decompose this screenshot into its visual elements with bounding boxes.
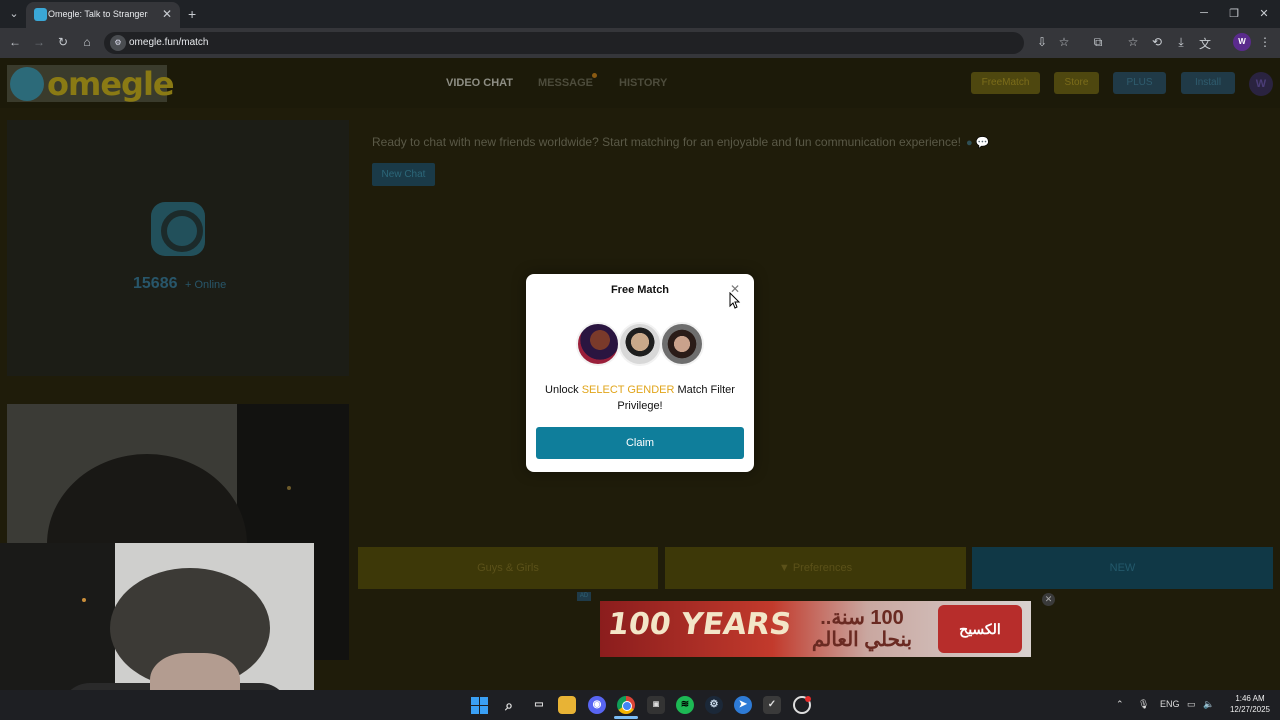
gender-filter-button[interactable]: Guys & Girls [358,547,658,589]
plus-button[interactable]: PLUS [1113,72,1166,94]
url-text[interactable]: omegle.fun/match [129,37,209,48]
nav-video-chat[interactable]: VIDEO CHAT [446,77,513,89]
address-bar[interactable] [104,32,1024,54]
date: 12/27/2025 [1229,705,1271,714]
translate-icon[interactable]: 文 [1197,35,1213,52]
modal-description: Unlock SELECT GENDER Match Filter Privil… [545,384,735,412]
downloads-icon[interactable]: ⤓ [1173,35,1189,50]
menu-kebab-icon[interactable]: ⋮ [1257,35,1273,49]
online-label: + Online [185,279,227,291]
reload-icon[interactable]: ↻ [55,35,71,49]
preferences-label: Preferences [792,562,853,574]
bookmark-star-icon[interactable]: ☆ [1056,35,1072,49]
clock[interactable]: 1:46 AM 12/27/2025 [1228,693,1272,715]
ad-arabic-text: 100 سنة.. بنحلي العالم [811,607,913,651]
filter-icon: ▼ [778,562,793,574]
time: 1:46 AM [1235,694,1265,703]
ad-years-text: 100 YEARS [605,607,794,642]
windows-taskbar [0,690,1280,720]
window-close-icon[interactable]: ✕ [1256,7,1272,20]
claim-button[interactable]: Claim [536,427,744,459]
preferences-button[interactable]: ▼ Preferences [665,547,966,589]
chat-area [357,120,1273,540]
nav-message[interactable]: MESSAGE [538,77,593,89]
modal-title: Free Match [610,284,670,296]
logo-icon [10,67,44,101]
store-button[interactable]: Store [1054,72,1099,94]
new-chat-button[interactable]: New Chat [372,163,435,186]
match-avatar-3 [660,322,704,366]
ad-banner[interactable]: 100 YEARS 100 سنة.. بنحلي العالم الكسيح [600,601,1031,657]
back-icon[interactable]: ← [7,35,23,49]
steam-icon[interactable]: ⚙ [705,696,723,714]
file-explorer-icon[interactable] [558,696,576,714]
forward-icon[interactable]: → [31,35,47,49]
profile-avatar[interactable]: W [1233,33,1251,51]
omegle-logo[interactable]: omegle [7,65,175,103]
microphone-icon[interactable]: 🎙 [1138,699,1149,710]
extensions-icon[interactable]: ⧉ [1090,35,1106,50]
volume-icon[interactable]: 🔈 [1203,699,1214,710]
install-button[interactable]: Install [1181,72,1235,94]
welcome-message: Ready to chat with new friends worldwide… [372,135,961,149]
active-app-indicator [614,716,638,719]
message-notification-dot [592,73,597,78]
tab-close-icon[interactable]: ✕ [162,7,172,21]
logo-text: omegle [47,65,175,103]
terminal-icon[interactable]: ▣ [647,696,665,714]
app-icon[interactable]: ➤ [734,696,752,714]
browser-tab[interactable]: Omegle: Talk to Strangers ✕ [26,2,180,28]
windows-start-icon[interactable] [470,696,488,714]
globe-chat-icon: ● 💬 [966,137,990,149]
nav-history[interactable]: HISTORY [619,77,667,89]
ad-close-icon[interactable]: ✕ [1042,593,1055,606]
utility-app-icon[interactable]: ✓ [763,696,781,714]
install-app-icon[interactable]: ⇩ [1034,35,1050,49]
history-icon[interactable]: ⟲ [1149,35,1165,49]
task-view-icon[interactable]: ▭ [530,696,548,714]
user-avatar[interactable]: W [1249,72,1273,96]
online-count: 15686 [133,275,178,292]
spotify-icon[interactable]: ≋ [676,696,694,714]
omegle-placeholder-icon [151,202,205,256]
match-avatar-1 [576,322,620,366]
discord-icon[interactable]: ◉ [588,696,606,714]
freematch-button[interactable]: FreeMatch [971,72,1040,94]
site-info-icon[interactable]: ⚙ [110,35,126,51]
bookmarks-icon[interactable]: ☆ [1125,35,1141,49]
omegle-favicon-icon [34,8,47,21]
modal-highlight: SELECT GENDER [581,384,675,396]
home-icon[interactable]: ⌂ [79,35,95,49]
new-tab-icon[interactable]: + [188,6,196,22]
language-indicator[interactable]: ENG [1160,699,1180,709]
minimize-icon[interactable]: ─ [1196,7,1212,19]
new-match-button[interactable]: NEW [972,547,1273,589]
network-icon[interactable]: ▭ [1187,699,1196,710]
match-avatar-2 [618,322,662,366]
tab-title: Omegle: Talk to Strangers [48,9,148,19]
ad-brand-logo: الكسيح [938,605,1022,653]
tab-search-icon[interactable]: ⌄ [6,6,22,22]
ad-label: AD [577,592,591,601]
restore-icon[interactable]: ❐ [1226,7,1242,20]
taskbar-search-icon[interactable]: ⌕ [500,696,518,714]
tray-overflow-icon[interactable]: ⌃ [1116,699,1124,710]
chrome-icon[interactable] [617,696,635,714]
recording-dot-icon [805,696,811,702]
